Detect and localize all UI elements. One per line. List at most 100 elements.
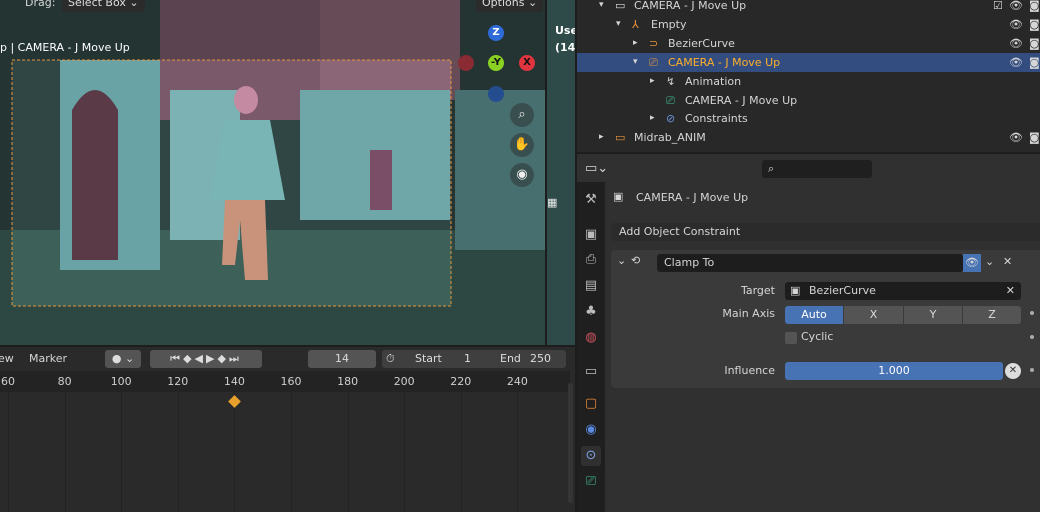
stopwatch-icon[interactable]: ⏱ xyxy=(386,350,395,368)
render-tab-icon[interactable]: ▣ xyxy=(581,225,601,245)
3d-viewport[interactable]: Drag: Select Box ⌄ Options ⌄ p | CAMERA … xyxy=(0,0,545,345)
constraint-menu-chevron-icon[interactable]: ⌄ xyxy=(985,255,994,268)
current-frame-field[interactable]: 14 xyxy=(308,350,376,368)
tool-tab-icon[interactable]: ⚒ xyxy=(581,190,601,210)
side-view-label: Use xyxy=(555,24,575,37)
visibility-eye-icon[interactable]: 👁 xyxy=(1009,0,1023,15)
outliner-row[interactable]: ▸ ⊃ BezierCurve 👁 ◙ xyxy=(577,34,1040,53)
gizmo-x-axis[interactable]: X xyxy=(519,55,535,71)
outliner-row[interactable]: ▾ ⅄ Empty 👁 ◙ xyxy=(577,15,1040,34)
outliner-row[interactable]: ▸ ▭ Midrab_ANIM 👁 ◙ xyxy=(577,128,1040,147)
render-camera-icon[interactable]: ◙ xyxy=(1029,34,1040,53)
delete-constraint-icon[interactable]: ✕ xyxy=(1003,255,1012,268)
animate-property-dot[interactable] xyxy=(1030,311,1034,315)
visibility-eye-icon[interactable]: 👁 xyxy=(1009,128,1023,147)
collection-tab-icon[interactable]: ▭ xyxy=(581,362,601,382)
frame-gridline xyxy=(121,392,123,512)
menu-marker[interactable]: Marker xyxy=(29,352,67,365)
frame-tick-label: 240 xyxy=(506,375,528,388)
outliner-row[interactable]: ⎚ CAMERA - J Move Up xyxy=(577,91,1040,110)
outliner-row[interactable]: ▾ ⎚ CAMERA - J Move Up 👁 ◙ xyxy=(577,53,1040,72)
axis-auto-button[interactable]: Auto xyxy=(785,306,843,324)
influence-slider[interactable]: 1.000 xyxy=(785,362,1003,380)
render-camera-icon[interactable]: ◙ xyxy=(1029,53,1040,72)
pan-hand-icon[interactable]: ✋ xyxy=(510,133,534,157)
render-camera-icon[interactable]: ◙ xyxy=(1029,128,1040,147)
gizmo-neg-z-axis[interactable] xyxy=(488,86,504,102)
outliner-row[interactable]: ▸ ⊘ Constraints xyxy=(577,109,1040,128)
options-dropdown[interactable]: Options ⌄ xyxy=(476,0,544,12)
properties-search-input[interactable]: ⌕ xyxy=(762,160,872,178)
scene-tab-icon[interactable]: ♣ xyxy=(581,302,601,322)
render-camera-icon[interactable]: ◙ xyxy=(1029,15,1040,34)
axis-z-button[interactable]: Z xyxy=(963,306,1021,324)
properties-editor[interactable]: ▭⌄ ⌕ ⚒ ▣ ⎙ ▤ ♣ ◍ ▭ ▢ ◉ ⊙ ⎚ ▣ CAMERA - J … xyxy=(577,154,1040,512)
camera-data-icon: ⎚ xyxy=(666,94,675,107)
outliner-row[interactable]: ▾ ▭ CAMERA - J Move Up 👁 ◙ ☑ xyxy=(577,0,1040,15)
playback-controls[interactable]: ⏮◆◀▶◆⏭ xyxy=(150,350,262,368)
record-button[interactable]: ● ⌄ xyxy=(105,350,141,368)
collapse-chevron-icon[interactable]: ⌄ xyxy=(617,254,626,267)
disclosure-triangle-icon[interactable]: ▸ xyxy=(650,72,655,91)
select-mode-dropdown[interactable]: Select Box ⌄ xyxy=(62,0,145,12)
outliner[interactable]: ▾ ▭ CAMERA - J Move Up 👁 ◙ ☑ ▾ ⅄ Empty 👁 ◙ ▸ ⊃ Bezier… xyxy=(577,0,1040,152)
frame-tick-label: 160 xyxy=(280,375,302,388)
frame-gridline xyxy=(64,392,66,512)
frame-gridline xyxy=(291,392,292,512)
camera-data-tab-icon[interactable]: ⎚ xyxy=(581,472,601,492)
render-camera-icon[interactable]: ◙ xyxy=(1029,0,1040,15)
disclosure-triangle-icon[interactable]: ▾ xyxy=(633,53,638,72)
disclosure-triangle-icon[interactable]: ▾ xyxy=(616,15,621,34)
frame-tick-label: 80 xyxy=(57,375,72,388)
keyframe-diamond[interactable] xyxy=(228,395,242,408)
outliner-row[interactable]: ▸ ↯ Animation xyxy=(577,72,1040,91)
target-field[interactable]: ▣ BezierCurve ✕ xyxy=(785,282,1021,300)
frame-tick-label: 140 xyxy=(223,375,245,388)
grid-icon[interactable]: ▦ xyxy=(547,196,557,209)
disable-keep-transform-icon[interactable]: ✕ xyxy=(1005,363,1021,379)
cyclic-checkbox[interactable] xyxy=(785,332,797,344)
camera-view-icon[interactable]: ◉ xyxy=(510,163,534,187)
timeline[interactable]: ew Marker ● ⌄ ⏮◆◀▶◆⏭ 14 ⏱ Start 1 End 25… xyxy=(0,347,575,512)
secondary-viewport[interactable]: Use (14 ▦ xyxy=(547,0,575,345)
disclosure-triangle-icon[interactable]: ▸ xyxy=(633,34,638,53)
output-tab-icon[interactable]: ⎙ xyxy=(581,250,601,270)
disclosure-triangle-icon[interactable]: ▸ xyxy=(650,109,655,128)
disclosure-triangle-icon[interactable]: ▾ xyxy=(599,0,604,15)
search-icon: ⌕ xyxy=(768,162,775,175)
start-value[interactable]: 1 xyxy=(464,350,471,368)
add-object-constraint-button[interactable]: Add Object Constraint xyxy=(611,223,1040,241)
visibility-eye-icon[interactable]: 👁 xyxy=(1009,15,1023,34)
collection-icon: ▭ xyxy=(615,0,626,12)
side-view-frame: (14 xyxy=(555,41,575,54)
disclosure-triangle-icon[interactable]: ▸ xyxy=(599,128,604,147)
timeline-scrollbar[interactable] xyxy=(568,383,573,503)
empty-icon: ⅄ xyxy=(632,18,639,31)
constraint-name-input[interactable]: Clamp To xyxy=(657,254,963,272)
view-layer-tab-icon[interactable]: ▤ xyxy=(581,276,601,296)
zoom-icon[interactable]: ⌕ xyxy=(510,103,534,127)
visibility-eye-icon[interactable]: 👁 xyxy=(1009,53,1023,72)
visibility-eye-icon[interactable]: 👁 xyxy=(1009,34,1023,53)
end-value[interactable]: 250 xyxy=(530,350,551,368)
editor-type-icon[interactable]: ▭⌄ xyxy=(585,161,608,176)
physics-tab-icon[interactable]: ◉ xyxy=(581,420,601,440)
object-icon: ▣ xyxy=(613,190,624,203)
axis-y-button[interactable]: Y xyxy=(904,306,962,324)
visibility-eye-icon[interactable]: 👁 xyxy=(963,254,981,272)
outliner-row-label: Midrab_ANIM xyxy=(634,131,706,144)
world-tab-icon[interactable]: ◍ xyxy=(581,328,601,348)
menu-view[interactable]: ew xyxy=(0,352,14,365)
constraints-tab-icon[interactable]: ⊙ xyxy=(581,446,601,466)
constraint-icon: ⊘ xyxy=(666,112,676,125)
main-axis-label: Main Axis xyxy=(722,307,775,320)
object-tab-icon[interactable]: ▢ xyxy=(581,394,601,414)
gizmo-neg-x-axis[interactable] xyxy=(458,55,474,71)
exclude-checkbox[interactable]: ☑ xyxy=(993,0,1003,15)
axis-x-button[interactable]: X xyxy=(844,306,903,324)
gizmo-z-axis[interactable]: Z xyxy=(488,25,504,41)
gizmo-neg-y-axis[interactable]: -Y xyxy=(488,55,504,71)
animate-property-dot[interactable] xyxy=(1030,368,1034,372)
clear-target-icon[interactable]: ✕ xyxy=(1006,282,1015,300)
animate-property-dot[interactable] xyxy=(1030,335,1034,339)
